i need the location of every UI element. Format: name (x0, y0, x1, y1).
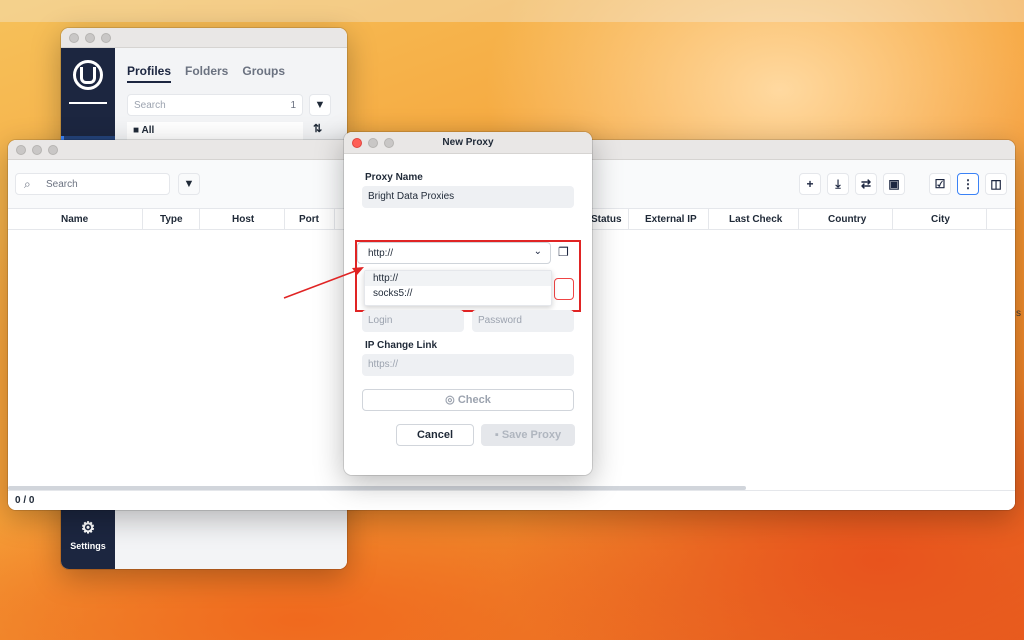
close-dialog-button[interactable] (352, 138, 362, 148)
check-button[interactable]: ◎ Check (362, 389, 574, 411)
tab-folders[interactable]: Folders (185, 64, 228, 83)
zoom-dialog-button[interactable] (384, 138, 394, 148)
col-divider (708, 209, 709, 230)
col-name[interactable]: Name (61, 214, 88, 225)
tab-profiles[interactable]: Profiles (127, 64, 172, 83)
more-options-icon[interactable]: ⋮ (957, 173, 979, 195)
folder-all[interactable]: ■ All (127, 122, 303, 140)
traffic-lights (352, 138, 394, 148)
col-host[interactable]: Host (232, 214, 254, 225)
check-circle-icon: ◎ (445, 394, 455, 406)
proxy-name-input[interactable]: Bright Data Proxies (362, 186, 574, 208)
ip-change-label: IP Change Link (365, 340, 438, 351)
zoom-window-button[interactable] (48, 145, 58, 155)
col-divider (628, 209, 629, 230)
password-input[interactable]: Password (472, 310, 574, 332)
login-placeholder: Login (368, 315, 393, 326)
save-label: Save Proxy (501, 429, 562, 441)
proxy-name-value: Bright Data Proxies (368, 191, 455, 202)
columns-icon[interactable]: ◫ (985, 173, 1007, 195)
col-last-check[interactable]: Last Check (729, 214, 782, 225)
col-type[interactable]: Type (160, 214, 183, 225)
search-placeholder: Search (46, 179, 78, 190)
profiles-search-input[interactable]: Search 1 (127, 94, 303, 116)
save-proxy-button[interactable]: ▪ Save Proxy (481, 424, 575, 446)
swap-icon[interactable]: ⇄ (855, 173, 877, 195)
password-placeholder: Password (478, 315, 522, 326)
minimize-window-button[interactable] (85, 33, 95, 43)
sort-icon[interactable]: ⇅ (313, 122, 322, 135)
traffic-lights (69, 33, 111, 43)
filter-icon[interactable]: ▼ (178, 173, 200, 195)
folder-all-label: All (141, 125, 155, 136)
col-divider (334, 209, 335, 230)
close-window-button[interactable] (69, 33, 79, 43)
col-divider (798, 209, 799, 230)
search-icon: ⌕ (24, 177, 31, 191)
search-count: 1 (290, 100, 296, 111)
folder-icon: ■ (133, 125, 140, 136)
tab-groups[interactable]: Groups (242, 64, 285, 83)
col-country[interactable]: Country (828, 214, 866, 225)
check-label: Check (457, 394, 491, 406)
dialog-body: Proxy Name Bright Data Proxies http:// ⌄… (344, 154, 592, 475)
settings-label: Settings (70, 541, 106, 551)
search-placeholder: Search (134, 100, 166, 111)
col-divider (892, 209, 893, 230)
select-all-icon[interactable]: ☑ (929, 173, 951, 195)
annotation-arrow-icon (283, 267, 364, 299)
col-port[interactable]: Port (299, 214, 319, 225)
ip-change-placeholder: https:// (368, 359, 399, 370)
zoom-window-button[interactable] (101, 33, 111, 43)
proxies-footer: 0 / 0 (8, 490, 1015, 510)
highlight-box (355, 240, 581, 312)
cancel-button[interactable]: Cancel (396, 424, 474, 446)
app-logo-icon (73, 60, 103, 90)
proxies-toolbar: + ⤓ ⇄ ▣ ☑ ⋮ ◫ (799, 173, 1007, 195)
gear-icon: ⚙ (80, 520, 96, 537)
col-status[interactable]: Status (591, 214, 622, 225)
close-window-button[interactable] (16, 145, 26, 155)
macos-menubar (0, 0, 1024, 22)
clipped-window-text: s (1016, 308, 1021, 319)
add-proxy-button[interactable]: + (799, 173, 821, 195)
record-count: 0 / 0 (15, 495, 35, 506)
sidebar-divider (69, 102, 107, 104)
login-input[interactable]: Login (362, 310, 464, 332)
sidebar-item-settings[interactable]: ⚙ Settings (61, 518, 115, 551)
profiles-tabs: Profiles Folders Groups (127, 64, 285, 83)
dialog-titlebar: New Proxy (344, 132, 592, 154)
filter-icon[interactable]: ▼ (309, 94, 331, 116)
save-icon: ▪ (494, 429, 499, 441)
minimize-window-button[interactable] (32, 145, 42, 155)
proxies-search-input[interactable]: ⌕ Search (15, 173, 170, 195)
proxy-name-label: Proxy Name (365, 172, 423, 183)
col-divider (142, 209, 143, 230)
titlebar (61, 28, 347, 48)
col-divider (199, 209, 200, 230)
minimize-dialog-button[interactable] (368, 138, 378, 148)
traffic-lights (16, 145, 58, 155)
ip-change-input[interactable]: https:// (362, 354, 574, 376)
col-city[interactable]: City (931, 214, 950, 225)
new-proxy-dialog: New Proxy Proxy Name Bright Data Proxies… (344, 132, 592, 475)
import-icon[interactable]: ⤓ (827, 173, 849, 195)
col-external-ip[interactable]: External IP (645, 214, 697, 225)
col-divider (284, 209, 285, 230)
dialog-title: New Proxy (442, 137, 494, 148)
briefcase-icon[interactable]: ▣ (883, 173, 905, 195)
col-divider (986, 209, 987, 230)
